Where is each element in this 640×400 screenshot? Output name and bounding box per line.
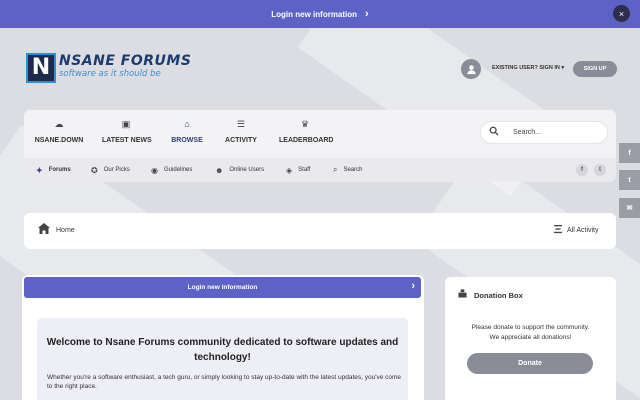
forums-icon: ✦ [36, 165, 43, 175]
twitter-icon[interactable]: t [594, 164, 606, 176]
share-email-icon[interactable]: ✉ [619, 198, 640, 218]
subnav-item-online-users[interactable]: ☻ Online Users [215, 158, 264, 182]
home-icon [38, 223, 50, 237]
nav-item-latest-news[interactable]: ▣ LATEST NEWS [102, 110, 152, 158]
logo-mark: N [26, 53, 56, 83]
subnav-label: Search [343, 167, 363, 173]
newspaper-icon: ▣ [121, 119, 131, 129]
login-info-bar[interactable]: Login new information › [24, 277, 421, 298]
user-icon[interactable] [461, 59, 481, 79]
subnav-item-search[interactable]: ⌕ Search [333, 158, 363, 182]
sign-in-link[interactable]: EXISTING USER? SIGN IN ▾ [492, 65, 564, 71]
subnav-item-staff[interactable]: ◈ Staff [286, 158, 310, 182]
home-icon: ⌂ [184, 119, 190, 129]
main-navigation: ☁ NSANE.DOWN ▣ LATEST NEWS ⌂ BROWSE ☰ AC… [24, 110, 616, 158]
search-icon [489, 126, 499, 139]
nav-label: ACTIVITY [225, 137, 257, 144]
donation-text: Please donate to support the community. … [445, 323, 616, 343]
donate-button[interactable]: Donate [467, 353, 593, 374]
chevron-right-icon: › [365, 8, 369, 20]
search-input[interactable]: Search... [480, 121, 608, 144]
site-logo[interactable]: N NSANE FORUMS software as it should be [26, 53, 191, 83]
nav-label: LEADERBOARD [279, 137, 334, 144]
all-activity-link[interactable]: All Activity [567, 227, 599, 234]
donation-text-line2: We appreciate all donations! [489, 334, 572, 341]
logo-tagline: software as it should be [59, 69, 161, 79]
cloud-download-icon: ☁ [54, 119, 64, 129]
trophy-icon: ♛ [300, 119, 310, 129]
facebook-icon[interactable]: f [576, 164, 588, 176]
nav-item-nsane-down[interactable]: ☁ NSANE.DOWN [34, 110, 84, 158]
search-placeholder: Search... [513, 129, 542, 136]
subnav-label: Guidelines [163, 167, 193, 173]
nav-item-browse[interactable]: ⌂ BROWSE [169, 110, 205, 158]
star-icon: ✪ [91, 165, 98, 175]
subnav-item-guidelines[interactable]: ◉ Guidelines [151, 158, 192, 182]
compass-icon: ◉ [151, 165, 158, 175]
login-info-banner[interactable]: Login new information › [0, 0, 640, 28]
nav-item-activity[interactable]: ☰ ACTIVITY [224, 110, 258, 158]
subnav-label: Forums [48, 167, 71, 173]
breadcrumb-home-link[interactable]: Home [56, 227, 75, 234]
close-icon[interactable]: × [613, 5, 630, 22]
users-icon: ☻ [215, 165, 224, 175]
breadcrumb: Home All Activity [24, 213, 616, 249]
donation-text-line1: Please donate to support the community. [471, 324, 590, 331]
welcome-text: Whether you're a software enthusiast, a … [47, 374, 402, 390]
donation-box-icon [458, 289, 467, 300]
donation-title: Donation Box [474, 291, 523, 300]
logo-title: NSANE FORUMS [59, 53, 192, 69]
subnav-label: Online Users [229, 167, 265, 173]
nav-label: LATEST NEWS [102, 137, 152, 144]
subnav-label: Staff [298, 167, 311, 173]
activity-icon [553, 224, 563, 237]
shield-icon: ◈ [286, 165, 293, 175]
search-icon: ⌕ [333, 165, 338, 174]
sign-up-button[interactable]: SIGN UP [573, 61, 617, 77]
welcome-title: Welcome to Nsane Forums community dedica… [46, 337, 399, 363]
nav-label: BROWSE [171, 137, 203, 144]
subnav-item-our-picks[interactable]: ✪ Our Picks [91, 158, 130, 182]
subnav-label: Our Picks [103, 167, 130, 173]
subnav-item-forums[interactable]: ✦ Forums [36, 158, 71, 182]
list-icon: ☰ [236, 119, 246, 129]
welcome-box: Welcome to Nsane Forums community dedica… [37, 318, 408, 400]
share-facebook-icon[interactable]: f [619, 143, 640, 163]
sub-navigation: ✦ Forums ✪ Our Picks ◉ Guidelines ☻ Onli… [24, 158, 616, 182]
nav-label: NSANE.DOWN [34, 137, 84, 144]
login-bar-text: Login new information [187, 284, 258, 291]
banner-text: Login new information [271, 9, 358, 19]
donation-widget: Donation Box Please donate to support th… [445, 277, 616, 400]
share-twitter-icon[interactable]: t [619, 170, 640, 190]
chevron-right-icon: › [411, 280, 415, 292]
nav-item-leaderboard[interactable]: ♛ LEADERBOARD [279, 110, 334, 158]
